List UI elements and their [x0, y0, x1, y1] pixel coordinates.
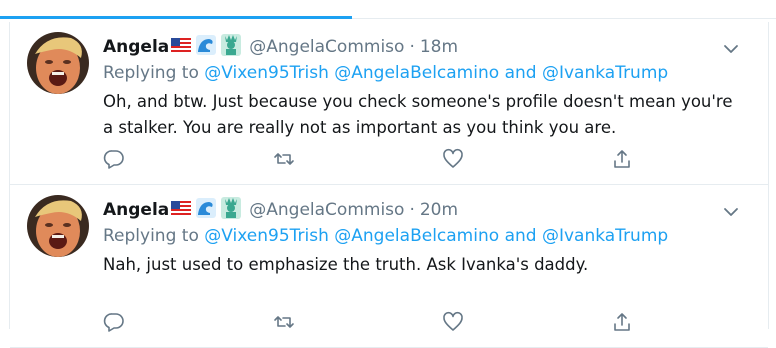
- mention-and[interactable]: and: [505, 63, 537, 83]
- mention-and[interactable]: and: [505, 226, 537, 246]
- separator-dot: ·: [409, 200, 415, 220]
- timestamp[interactable]: 20m: [420, 200, 458, 220]
- reply-icon[interactable]: [103, 148, 125, 170]
- user-handle[interactable]: @AngelaCommiso: [249, 37, 404, 57]
- mention-link[interactable]: @IvankaTrump: [542, 63, 668, 83]
- heart-icon[interactable]: [442, 311, 464, 333]
- tweet-text: Oh, and btw. Just because you check some…: [103, 92, 733, 137]
- us-flag-icon: [171, 200, 192, 220]
- mention-link[interactable]: @IvankaTrump: [542, 226, 668, 246]
- mention-link[interactable]: @Vixen95Trish: [204, 63, 329, 83]
- separator-dot: ·: [409, 37, 415, 57]
- mention-link[interactable]: @AngelaBelcamino: [334, 226, 499, 246]
- chevron-down-icon[interactable]: [722, 204, 740, 218]
- share-icon[interactable]: [611, 311, 633, 333]
- active-tab-indicator: [0, 16, 352, 19]
- mention-link[interactable]: @Vixen95Trish: [204, 226, 329, 246]
- user-handle[interactable]: @AngelaCommiso: [249, 200, 404, 220]
- heart-icon[interactable]: [442, 148, 464, 170]
- statue-of-liberty-icon: [221, 196, 242, 224]
- statue-of-liberty-icon: [221, 33, 242, 61]
- us-flag-icon: [171, 37, 192, 57]
- tweet-text: Nah, just used to emphasize the truth. A…: [103, 255, 589, 274]
- retweet-icon[interactable]: [273, 311, 295, 333]
- chevron-down-icon[interactable]: [722, 41, 740, 55]
- retweet-icon[interactable]: [273, 148, 295, 170]
- mention-link[interactable]: @AngelaBelcamino: [334, 63, 499, 83]
- tweet-header: Angela: [103, 196, 458, 224]
- wave-icon: [196, 197, 217, 223]
- avatar[interactable]: [27, 195, 89, 257]
- reply-icon[interactable]: [103, 311, 125, 333]
- timeline: Angela @AngelaCommiso · 18m Replying to …: [9, 22, 769, 348]
- replying-prefix: Replying to: [103, 63, 199, 83]
- tab-bar: [0, 0, 776, 19]
- replying-to: Replying to @Vixen95Trish @AngelaBelcami…: [103, 226, 668, 246]
- replying-to: Replying to @Vixen95Trish @AngelaBelcami…: [103, 63, 668, 83]
- tweet-actions: [103, 148, 663, 170]
- replying-prefix: Replying to: [103, 226, 199, 246]
- tweet-header: Angela: [103, 33, 458, 61]
- display-name[interactable]: Angela: [103, 200, 169, 220]
- display-name[interactable]: Angela: [103, 37, 169, 57]
- timestamp[interactable]: 18m: [420, 37, 458, 57]
- wave-icon: [196, 34, 217, 60]
- tweet[interactable]: Angela: [10, 185, 768, 348]
- tweet-actions: [103, 311, 663, 333]
- avatar[interactable]: [27, 32, 89, 94]
- share-icon[interactable]: [611, 148, 633, 170]
- tweet[interactable]: Angela: [10, 22, 768, 185]
